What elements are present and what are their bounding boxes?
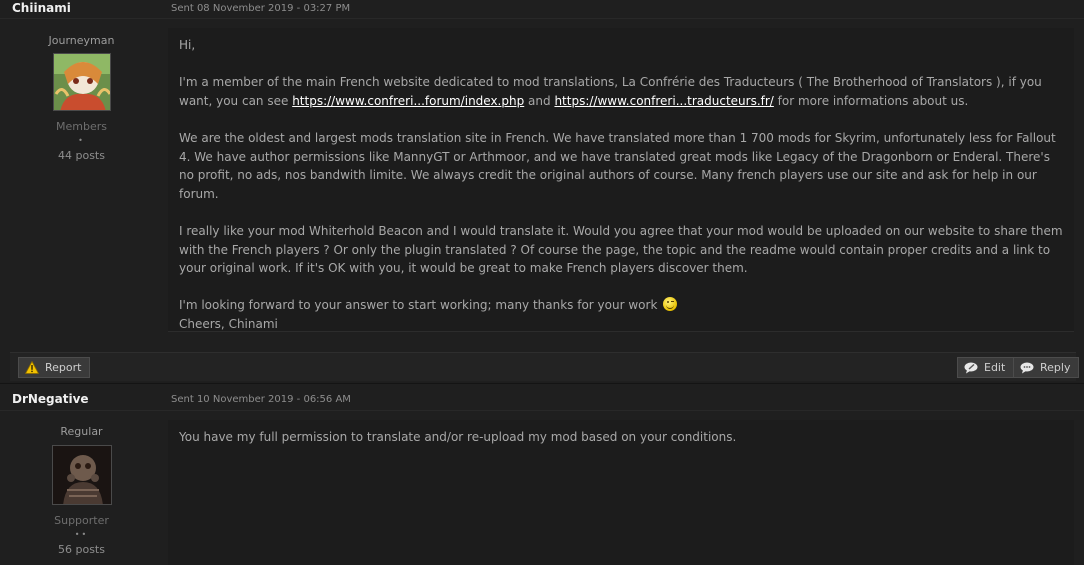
author-name[interactable]: DrNegative bbox=[12, 392, 89, 406]
member-rank: Regular bbox=[60, 425, 103, 438]
sent-date: Sent 10 November 2019 - 06:56 AM bbox=[171, 394, 351, 405]
message-post: Chiinami Sent 08 November 2019 - 03:27 P… bbox=[0, 0, 1084, 382]
signature-text: Cheers, Chinami bbox=[179, 316, 278, 331]
site-link[interactable]: https://www.confreri...traducteurs.fr/ bbox=[554, 94, 773, 108]
reply-button[interactable]: Reply bbox=[1013, 357, 1080, 378]
warning-icon bbox=[25, 361, 39, 374]
reply-bubble-icon bbox=[1020, 362, 1034, 374]
author-name[interactable]: Chiinami bbox=[12, 1, 71, 15]
edit-button[interactable]: Edit bbox=[957, 357, 1015, 378]
rank-pips: •• bbox=[74, 530, 89, 539]
avatar[interactable] bbox=[52, 53, 111, 111]
edit-label: Edit bbox=[984, 361, 1006, 374]
sent-date: Sent 08 November 2019 - 03:27 PM bbox=[171, 3, 351, 14]
paragraph: I'm looking forward to your answer to st… bbox=[179, 296, 1064, 315]
author-panel: Regular Supporter •• 56 posts bbox=[0, 425, 163, 556]
author-panel: Journeyman Members • 44 posts bbox=[0, 34, 163, 162]
paragraph: I really like your mod Whiterhold Beacon… bbox=[179, 223, 1063, 276]
paragraph: We are the oldest and largest mods trans… bbox=[179, 130, 1056, 201]
member-group: Supporter bbox=[54, 514, 109, 527]
post-count: 56 posts bbox=[58, 543, 105, 556]
report-button[interactable]: Report bbox=[18, 357, 91, 378]
member-group: Members bbox=[56, 120, 107, 133]
message-body: Hi, I'm a member of the main French webs… bbox=[168, 28, 1074, 332]
edit-bubble-icon bbox=[964, 362, 978, 374]
message-post: DrNegative Sent 10 November 2019 - 06:56… bbox=[0, 383, 1084, 565]
greeting-text: Hi, bbox=[179, 38, 196, 52]
divider bbox=[0, 410, 1084, 411]
post-count: 44 posts bbox=[58, 149, 105, 162]
post-toolbar: Report Edit Reply bbox=[10, 352, 1080, 381]
divider bbox=[0, 18, 1084, 19]
forum-link[interactable]: https://www.confreri...forum/index.php bbox=[292, 94, 524, 108]
paragraph: I'm a member of the main French website … bbox=[179, 75, 1042, 108]
paragraph: You have my full permission to translate… bbox=[179, 430, 737, 444]
avatar[interactable] bbox=[51, 445, 112, 505]
wink-smiley-icon bbox=[663, 297, 678, 312]
reply-label: Reply bbox=[1040, 361, 1071, 374]
rank-pips: • bbox=[78, 136, 85, 145]
member-rank: Journeyman bbox=[48, 34, 115, 47]
message-body: You have my full permission to translate… bbox=[168, 420, 1074, 565]
report-label: Report bbox=[45, 361, 82, 374]
